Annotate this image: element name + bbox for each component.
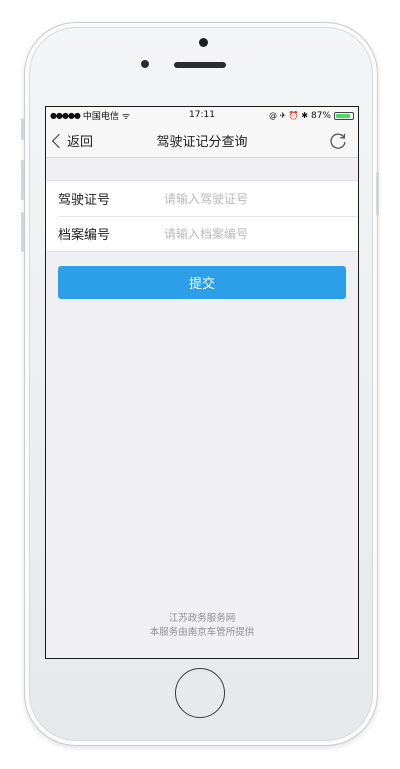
status-time: 17:11 [189,110,215,120]
navigation-bar: 返回 驾驶证记分查询 [46,124,358,158]
battery-level [336,113,350,118]
battery-icon [334,111,354,120]
volume-down-button [21,212,24,252]
phone-screen: ●●●●● 中国电信 ᯤ 17:11 @ ✈ ⏰ ✱ 87% 返回 驾驶证记分查… [45,106,359,659]
back-label: 返回 [67,135,94,150]
power-button [376,172,379,216]
query-form: 驾驶证号 档案编号 [46,180,358,252]
license-number-row: 驾驶证号 [46,181,358,216]
home-button[interactable] [175,668,225,718]
footer-line-2: 本服务由南京车管所提供 [149,627,255,638]
camera-dot [199,38,208,47]
footer-line-1: 江苏政务服务网 [168,613,236,624]
file-number-input[interactable] [164,226,358,241]
refresh-icon[interactable] [328,131,348,151]
volume-up-button [21,160,24,200]
chevron-left-icon [51,133,67,148]
back-button[interactable]: 返回 [46,131,93,150]
status-bar: ●●●●● 中国电信 ᯤ 17:11 @ ✈ ⏰ ✱ 87% [46,107,358,124]
license-number-label: 驾驶证号 [58,193,111,208]
license-number-input[interactable] [164,191,358,206]
file-number-row: 档案编号 [46,216,358,251]
submit-button[interactable]: 提交 [58,266,346,299]
footer-credits: 江苏政务服务网 本服务由南京车管所提供 [46,612,358,640]
mute-switch [21,118,24,140]
front-camera [141,60,149,68]
earpiece-speaker [174,62,226,68]
file-number-label: 档案编号 [58,228,111,243]
